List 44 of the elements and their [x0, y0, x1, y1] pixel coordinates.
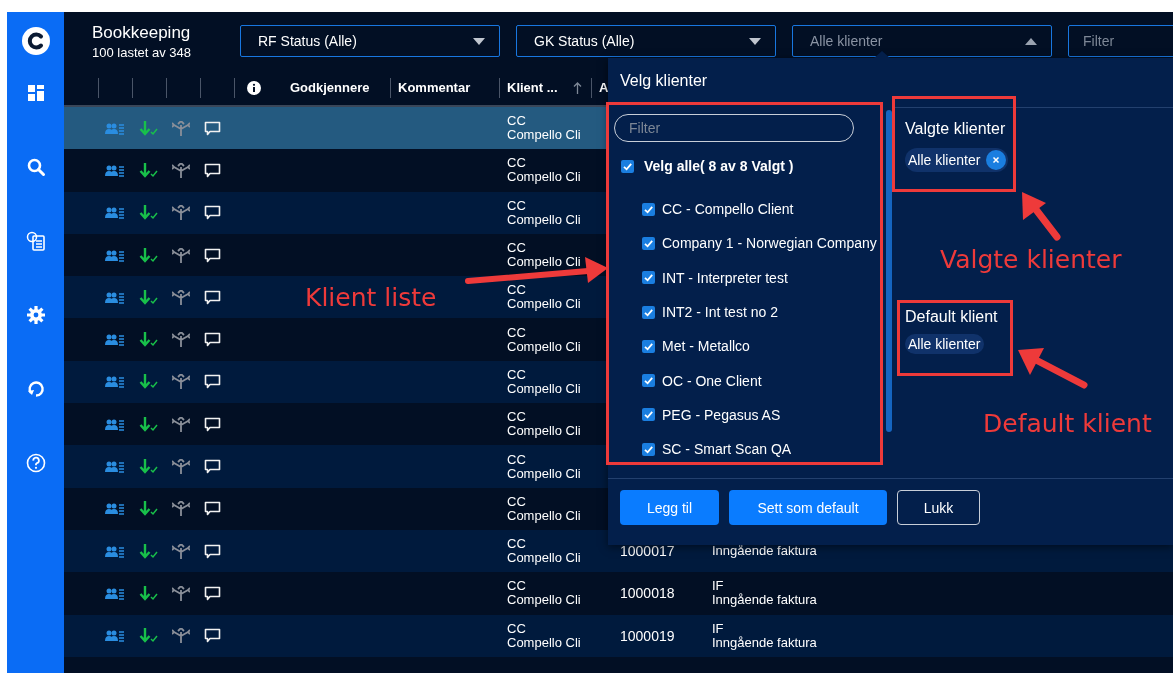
annotation-label: Klient liste	[305, 283, 437, 312]
table-cell-text: CC	[507, 367, 527, 382]
client-chip: Alle klienter	[905, 334, 985, 354]
table-cell-text: CC	[507, 537, 527, 552]
section-heading: Default klient	[905, 308, 998, 327]
record-count: 100 lastet av 348	[92, 44, 193, 60]
table-cell-text: IF	[712, 621, 725, 636]
annotation-label: Default klient	[983, 409, 1152, 438]
table-cell-text: CC	[507, 198, 527, 213]
section-heading: Valgte klienter	[905, 120, 1006, 139]
table-cell-text: Compello Cli	[507, 381, 582, 396]
table-cell-text: Compello Cli	[507, 297, 582, 312]
table-cell-text: CC	[507, 579, 527, 594]
table-cell-text: CC	[507, 283, 527, 298]
table-cell-text: Compello Cli	[507, 339, 582, 354]
table-cell: Inngående faktura	[712, 593, 817, 608]
table-cell-text: CC	[507, 241, 527, 256]
table-cell-text: CC	[507, 452, 527, 467]
table-cell-text: CC	[507, 114, 527, 129]
table-cell: 1000018	[620, 585, 675, 602]
panel-title: Velg klienter	[619, 71, 709, 91]
table-cell-text: Compello Cli	[507, 128, 582, 143]
table-cell-text: Compello Cli	[507, 424, 582, 439]
table-cell-text: CC	[507, 494, 527, 509]
table-cell-text: CC	[507, 156, 527, 171]
table-cell-text: Compello Cli	[507, 255, 582, 270]
client-chip: Alle klienter	[905, 148, 1009, 172]
table-cell: Inngående faktura	[712, 544, 817, 559]
table-cell: 1000017	[620, 543, 675, 560]
table-cell-text: Compello Cli	[507, 212, 582, 227]
page-title: Bookkeeping	[92, 22, 192, 43]
table-cell-text: Compello Cli	[507, 170, 582, 185]
table-cell: Inngående faktura	[712, 635, 817, 650]
table-cell-text: Compello Cli	[507, 551, 582, 566]
table-cell-text: Compello Cli	[507, 466, 582, 481]
table-cell-text: Compello Cli	[507, 508, 582, 523]
table-cell-text: CC	[507, 621, 527, 636]
table-cell-text: Compello Cli	[507, 635, 582, 650]
table-cell-text: CC	[507, 410, 527, 425]
table-cell-text: Compello Cli	[507, 593, 582, 608]
table-cell-text: IF	[712, 579, 724, 594]
table-cell-text: CC	[507, 325, 527, 340]
table-cell: 1000019	[620, 627, 675, 644]
annotation-label: Valgte klienter	[940, 245, 1122, 274]
